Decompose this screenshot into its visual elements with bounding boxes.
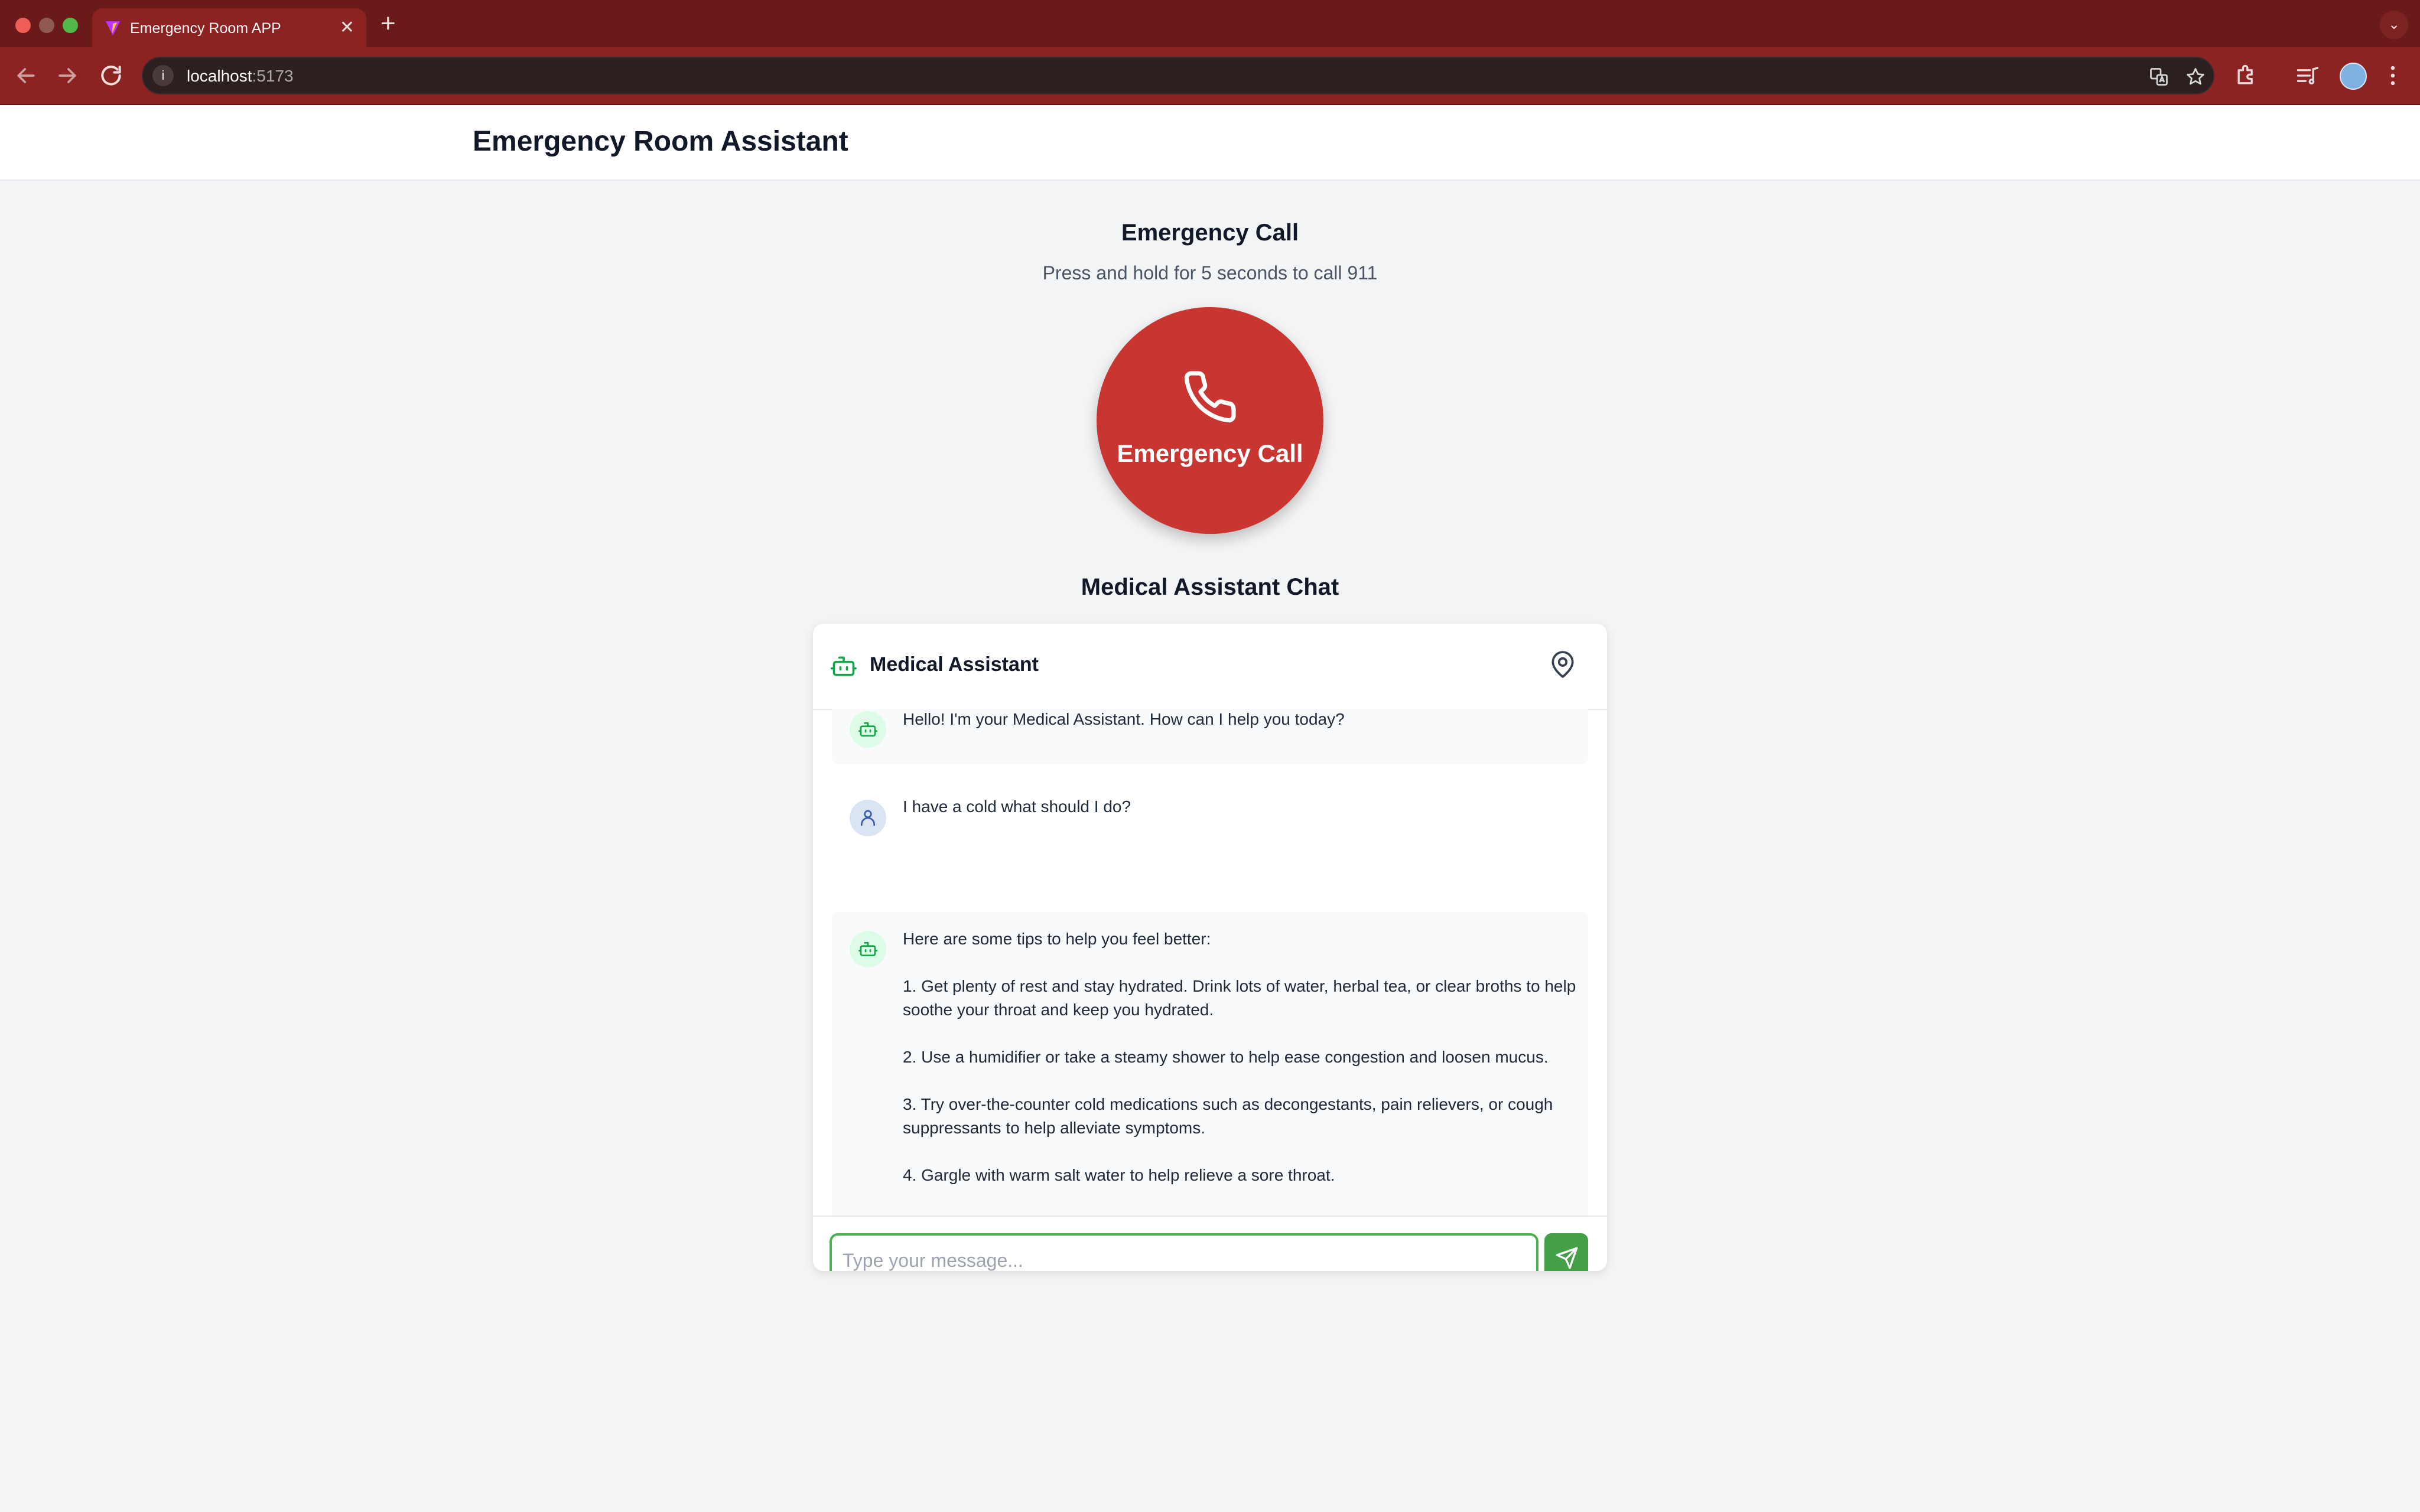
app-header: Emergency Room Assistant: [0, 105, 2420, 181]
chat-header-title: Medical Assistant: [870, 653, 1039, 676]
browser-tab-bar: Emergency Room APP ✕ + ⌄: [0, 0, 2420, 47]
chat-panel: Medical Assistant Hello! I'm your Medica…: [813, 624, 1607, 1271]
message-line: 1. Get plenty of rest and stay hydrated.…: [903, 977, 1576, 1019]
chat-message-list[interactable]: Hello! I'm your Medical Assistant. How c…: [832, 709, 1588, 1216]
map-pin-icon[interactable]: [1548, 650, 1577, 679]
user-avatar: [850, 800, 886, 836]
browser-tab-active[interactable]: Emergency Room APP ✕: [92, 8, 366, 47]
robot-icon: [858, 942, 877, 956]
forward-arrow-icon[interactable]: [54, 63, 80, 89]
message-line: 3. Try over-the-counter cold medications…: [903, 1095, 1553, 1137]
translate-icon[interactable]: [2148, 66, 2169, 87]
page-title: Emergency Room Assistant: [473, 126, 848, 157]
chat-input-bar: [813, 1216, 1607, 1271]
tab-close-icon[interactable]: ✕: [340, 18, 354, 38]
reload-icon[interactable]: [98, 63, 124, 89]
bot-avatar: [850, 931, 886, 967]
chat-section-heading: Medical Assistant Chat: [1081, 574, 1339, 600]
address-url: localhost:5173: [187, 67, 294, 86]
user-icon: [861, 810, 875, 826]
profile-avatar[interactable]: [2340, 63, 2367, 90]
window-maximize-dot[interactable]: [63, 18, 78, 33]
site-info-icon[interactable]: i: [152, 65, 174, 86]
chat-message-bot: Here are some tips to help you feel bett…: [832, 912, 1588, 1216]
chat-message-text: Here are some tips to help you feel bett…: [903, 927, 1576, 1187]
tab-search-chevron-icon[interactable]: ⌄: [2380, 11, 2408, 39]
emergency-instructions: Press and hold for 5 seconds to call 911: [1042, 262, 1378, 284]
vite-favicon-icon: [106, 21, 120, 35]
extensions-puzzle-icon[interactable]: [2233, 63, 2259, 89]
chat-message-user: I have a cold what should I do?: [832, 776, 1588, 859]
message-input[interactable]: [830, 1233, 1538, 1271]
bookmark-star-icon[interactable]: [2185, 66, 2206, 87]
chat-message-bot: Hello! I'm your Medical Assistant. How c…: [832, 709, 1588, 764]
emergency-call-button-label: Emergency Call: [1117, 439, 1303, 467]
emergency-call-button[interactable]: Emergency Call: [1097, 307, 1323, 534]
send-icon: [1556, 1247, 1578, 1269]
message-line: 4. Gargle with warm salt water to help r…: [903, 1166, 1335, 1184]
window-close-dot[interactable]: [15, 18, 31, 33]
bot-avatar: [850, 711, 886, 748]
robot-icon: [831, 656, 857, 676]
chat-header: Medical Assistant: [813, 624, 1607, 710]
media-queue-icon[interactable]: [2295, 63, 2321, 89]
send-button[interactable]: [1544, 1233, 1588, 1271]
browser-toolbar: i localhost:5173: [0, 47, 2420, 105]
message-line: I have a cold what should I do?: [903, 797, 1131, 816]
address-bar[interactable]: i localhost:5173: [142, 57, 2214, 94]
tab-title: Emergency Room APP: [130, 20, 281, 37]
message-line: Hello! I'm your Medical Assistant. How c…: [903, 710, 1345, 728]
message-line: 2. Use a humidifier or take a steamy sho…: [903, 1048, 1549, 1066]
url-port: :5173: [252, 67, 294, 85]
new-tab-icon[interactable]: +: [380, 8, 396, 39]
phone-icon: [1184, 371, 1236, 423]
chat-message-text: I have a cold what should I do?: [903, 795, 1576, 819]
robot-icon: [858, 722, 877, 737]
back-arrow-icon[interactable]: [13, 63, 39, 89]
window-minimize-dot[interactable]: [39, 18, 54, 33]
url-host: localhost: [187, 67, 252, 85]
browser-menu-kebab-icon[interactable]: [2380, 63, 2406, 89]
message-line: Here are some tips to help you feel bett…: [903, 930, 1211, 948]
chat-message-text: Hello! I'm your Medical Assistant. How c…: [903, 709, 1576, 731]
emergency-section-title: Emergency Call: [1121, 220, 1299, 246]
